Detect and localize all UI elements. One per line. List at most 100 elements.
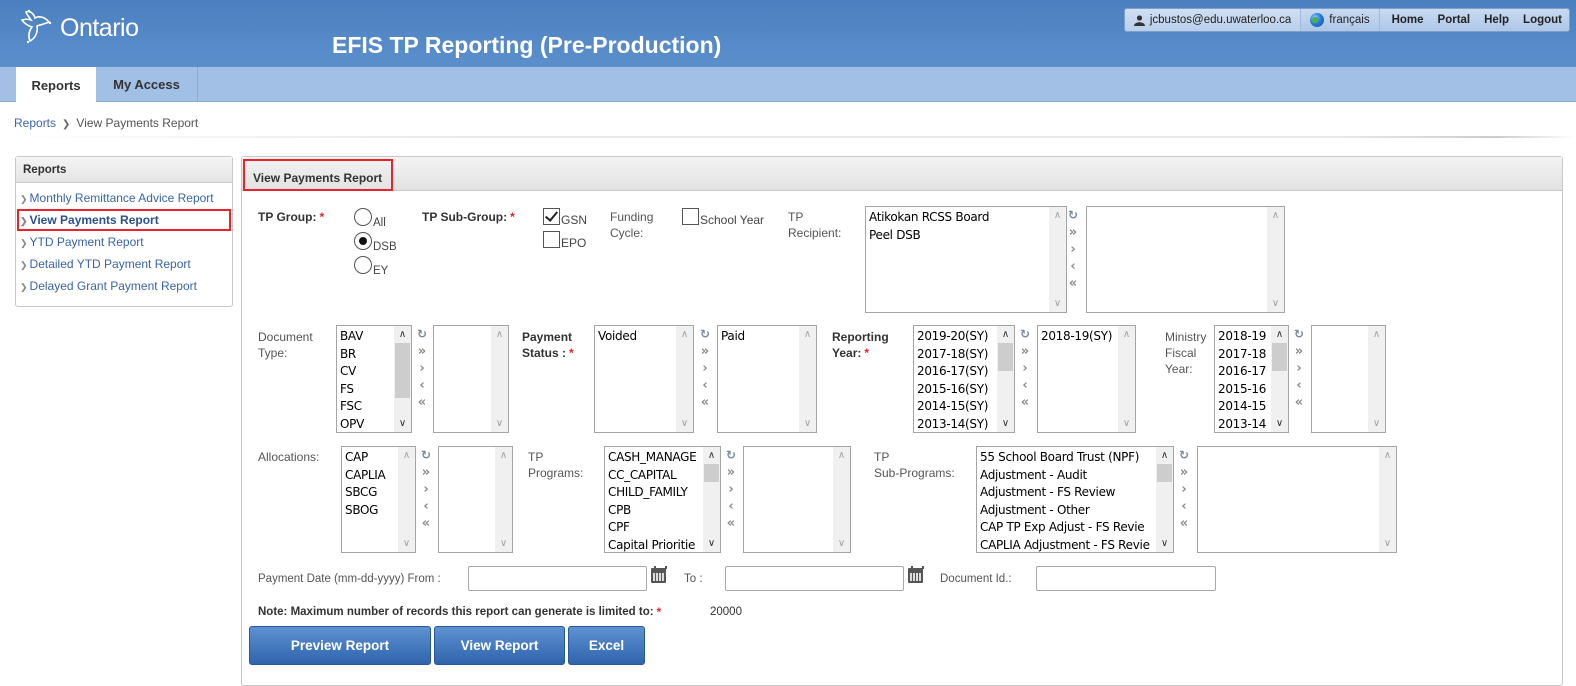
scrollbar[interactable]: ∧ ∨ xyxy=(394,326,411,432)
move-all-left-icon[interactable]: « xyxy=(1180,515,1188,532)
payment-status-selected-list[interactable]: Paid ∧ ∨ xyxy=(717,325,817,433)
payment-status-available-list[interactable]: Voided ∧ ∨ xyxy=(594,325,694,433)
allocations-selected-list[interactable]: ∧ ∨ xyxy=(438,446,513,553)
scroll-up-icon[interactable]: ∧ xyxy=(1118,326,1135,343)
list-option[interactable]: 2018-19 xyxy=(1218,328,1270,346)
scroll-down-icon[interactable]: ∨ xyxy=(398,535,415,552)
scroll-up-icon[interactable]: ∧ xyxy=(676,326,693,343)
list-option[interactable]: 2016-17(SY) xyxy=(917,363,996,381)
tp-sub-programs-available-list[interactable]: 55 School Board Trust (NPF) Adjustment - … xyxy=(976,446,1174,553)
tp-sub-programs-selected-list[interactable]: ∧ ∨ xyxy=(1197,446,1397,553)
move-right-icon[interactable]: › xyxy=(1022,360,1027,377)
scrollbar[interactable]: ∧ ∨ xyxy=(1379,447,1396,552)
scroll-up-icon[interactable]: ∧ xyxy=(703,447,720,464)
move-all-right-icon[interactable]: » xyxy=(1021,343,1029,360)
scrollbar[interactable]: ∧ ∨ xyxy=(1049,207,1066,312)
scrollbar[interactable]: ∧ ∨ xyxy=(1156,447,1173,552)
scroll-up-icon[interactable]: ∧ xyxy=(833,447,850,464)
calendar-icon[interactable] xyxy=(908,566,924,583)
move-all-right-icon[interactable]: » xyxy=(418,343,426,360)
scroll-down-icon[interactable]: ∨ xyxy=(1156,535,1173,552)
scroll-up-icon[interactable]: ∧ xyxy=(394,326,411,343)
refresh-icon[interactable]: ↻ xyxy=(1179,447,1189,464)
move-left-icon[interactable]: ‹ xyxy=(1181,498,1186,515)
sidebar-item-delayed-grant-payment[interactable]: ❯ Delayed Grant Payment Report xyxy=(17,275,231,297)
payment-date-from-input[interactable] xyxy=(468,566,647,591)
scroll-down-icon[interactable]: ∨ xyxy=(394,415,411,432)
tp-programs-available-list[interactable]: CASH_MANAGE CC_CAPITAL CHILD_FAMILY CPB CPF C… xyxy=(604,446,721,553)
scroll-up-icon[interactable]: ∧ xyxy=(1156,447,1173,464)
tp-group-radio-ey[interactable]: EY xyxy=(354,256,388,277)
scroll-up-icon[interactable]: ∧ xyxy=(1267,207,1284,224)
reporting-year-available-list[interactable]: 2019-20(SY) 2017-18(SY) 2016-17(SY) 2015-16… xyxy=(913,325,1015,433)
move-left-icon[interactable]: ‹ xyxy=(1022,377,1027,394)
list-option[interactable]: CAP xyxy=(345,449,397,467)
scrollbar[interactable]: ∧ ∨ xyxy=(1267,207,1284,312)
refresh-icon[interactable]: ↻ xyxy=(700,326,710,343)
refresh-icon[interactable]: ↻ xyxy=(417,326,427,343)
move-all-left-icon[interactable]: « xyxy=(422,515,430,532)
scroll-down-icon[interactable]: ∨ xyxy=(491,415,508,432)
move-all-left-icon[interactable]: « xyxy=(418,394,426,411)
ontario-logo[interactable]: Ontario xyxy=(18,8,139,46)
list-option[interactable]: Adjustment - FS Review xyxy=(980,484,1155,502)
scrollbar[interactable]: ∧ ∨ xyxy=(997,326,1014,432)
list-option[interactable]: Adjustment - Audit xyxy=(980,467,1155,485)
scroll-thumb[interactable] xyxy=(704,464,719,482)
move-all-right-icon[interactable]: » xyxy=(422,464,430,481)
list-option[interactable]: 2019-20(SY) xyxy=(917,328,996,346)
scrollbar[interactable]: ∧ ∨ xyxy=(1368,326,1385,432)
scroll-up-icon[interactable]: ∧ xyxy=(1368,326,1385,343)
move-right-icon[interactable]: › xyxy=(423,481,428,498)
move-left-icon[interactable]: ‹ xyxy=(1296,377,1301,394)
language-link[interactable]: français xyxy=(1300,9,1378,31)
scroll-down-icon[interactable]: ∨ xyxy=(833,535,850,552)
move-all-left-icon[interactable]: « xyxy=(727,515,735,532)
list-option[interactable]: CPF xyxy=(608,519,702,537)
scroll-down-icon[interactable]: ∨ xyxy=(1379,535,1396,552)
move-all-right-icon[interactable]: » xyxy=(727,464,735,481)
move-right-icon[interactable]: › xyxy=(1296,360,1301,377)
nav-portal-link[interactable]: Portal xyxy=(1431,9,1478,31)
list-option[interactable]: 2017-18(SY) xyxy=(917,346,996,364)
scroll-up-icon[interactable]: ∧ xyxy=(398,447,415,464)
scroll-down-icon[interactable]: ∨ xyxy=(1049,295,1066,312)
move-right-icon[interactable]: › xyxy=(702,360,707,377)
list-option[interactable]: 2013-14 xyxy=(1218,416,1270,433)
scroll-up-icon[interactable]: ∧ xyxy=(1271,326,1288,343)
move-left-icon[interactable]: ‹ xyxy=(702,377,707,394)
tp-recipient-selected-list[interactable]: ∧ ∨ xyxy=(1086,206,1285,313)
refresh-icon[interactable]: ↻ xyxy=(421,447,431,464)
preview-report-button[interactable]: Preview Report xyxy=(249,626,431,665)
scrollbar[interactable]: ∧ ∨ xyxy=(495,447,512,552)
move-right-icon[interactable]: › xyxy=(1181,481,1186,498)
move-all-left-icon[interactable]: « xyxy=(1069,275,1077,292)
scrollbar[interactable]: ∧ ∨ xyxy=(703,447,720,552)
list-option[interactable]: Paid xyxy=(721,328,798,346)
tp-programs-selected-list[interactable]: ∧ ∨ xyxy=(743,446,851,553)
move-left-icon[interactable]: ‹ xyxy=(419,377,424,394)
scrollbar[interactable]: ∧ ∨ xyxy=(676,326,693,432)
scroll-down-icon[interactable]: ∨ xyxy=(1267,295,1284,312)
payment-date-to-input[interactable] xyxy=(725,566,904,591)
funding-cycle-checkbox-school-year[interactable]: School Year xyxy=(682,208,764,227)
move-left-icon[interactable]: ‹ xyxy=(423,498,428,515)
list-option[interactable]: 2017-18 xyxy=(1218,346,1270,364)
sidebar-item-monthly-remittance[interactable]: ❯ Monthly Remittance Advice Report xyxy=(17,187,231,209)
document-type-selected-list[interactable]: ∧ ∨ xyxy=(433,325,509,433)
scroll-up-icon[interactable]: ∧ xyxy=(1379,447,1396,464)
scrollbar[interactable]: ∧ ∨ xyxy=(833,447,850,552)
scroll-down-icon[interactable]: ∨ xyxy=(997,415,1014,432)
move-right-icon[interactable]: › xyxy=(1070,241,1075,258)
user-account[interactable]: jcbustos@edu.uwaterloo.ca xyxy=(1124,9,1301,31)
move-all-left-icon[interactable]: « xyxy=(701,394,709,411)
move-all-left-icon[interactable]: « xyxy=(1295,394,1303,411)
list-option[interactable]: 2016-17 xyxy=(1218,363,1270,381)
list-option[interactable]: BAV xyxy=(340,328,393,346)
list-option[interactable]: BR xyxy=(340,346,393,364)
list-option[interactable]: SBCG xyxy=(345,484,397,502)
tab-my-access[interactable]: My Access xyxy=(96,67,198,102)
scrollbar[interactable]: ∧ ∨ xyxy=(799,326,816,432)
list-option[interactable]: CC_CAPITAL xyxy=(608,467,702,485)
sidebar-item-detailed-ytd-payment[interactable]: ❯ Detailed YTD Payment Report xyxy=(17,253,231,275)
